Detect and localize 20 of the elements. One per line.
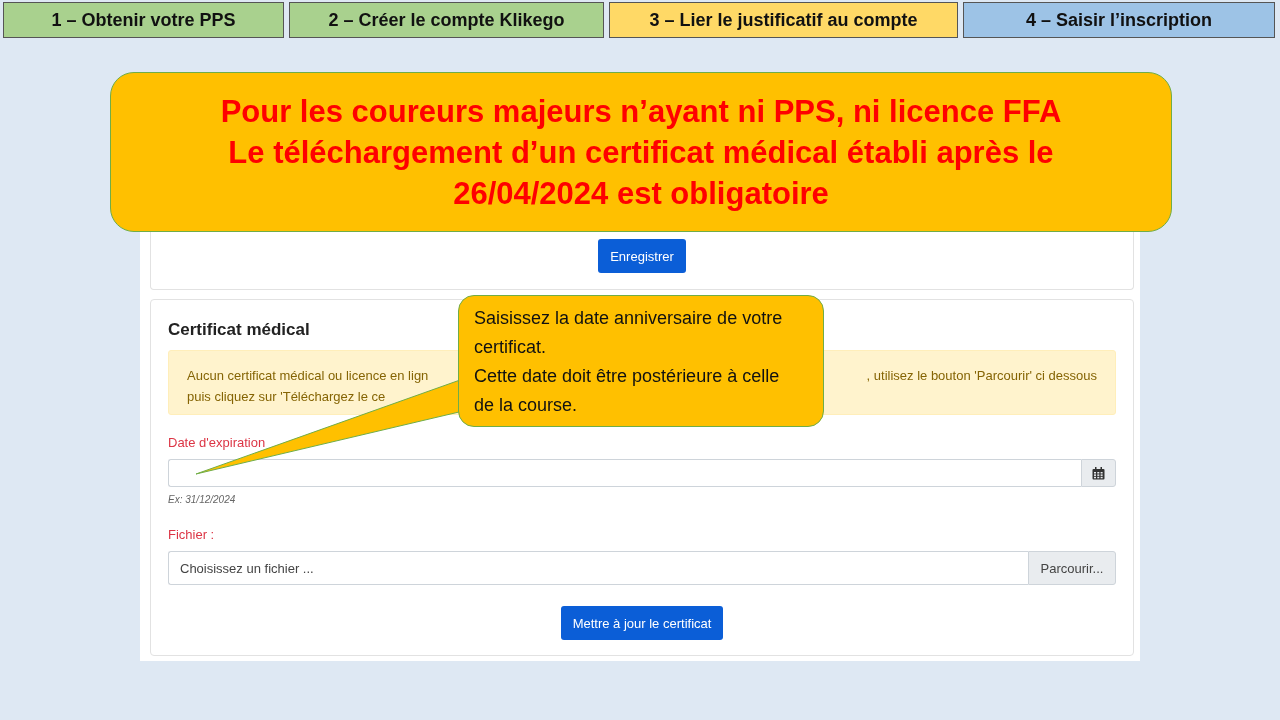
field-label: Date d'expiration: [168, 435, 267, 451]
alert-text: Aucun certificat médical ou licence en lign: [187, 367, 429, 385]
step-label: 4 – Saisir l’inscription: [963, 2, 1275, 38]
callout: Saisissez la date anniversaire de votre certificat. Cette date doit être postérieure à celle de la course.: [458, 295, 824, 427]
update-button[interactable]: Mettre à jour le certificat: [560, 606, 724, 640]
alert-text: , utilisez le bouton 'Parcourir' ci dessous: [866, 367, 1097, 385]
field-hint: Ex: 31/12/2024: [168, 494, 237, 505]
warning-banner: Pour les coureurs majeurs n’ayant ni PPS, ni licence FFA Le téléchargement d’un certificat médical établi après le 26/04/2024 est obligatoire: [110, 72, 1172, 232]
calendar-icon: [1092, 466, 1105, 480]
date-field[interactable]: [168, 459, 1081, 487]
calendar-button[interactable]: [1081, 459, 1116, 487]
browse-button[interactable]: Parcourir...: [1028, 551, 1116, 585]
field-label: Fichier :: [168, 527, 216, 543]
step-label: 3 – Lier le justificatif au compte: [609, 2, 958, 38]
alert-text: puis cliquez sur 'Téléchargez le ce: [187, 388, 386, 406]
step-label: 2 – Créer le compte Klikego: [289, 2, 604, 38]
save-button[interactable]: Enregistrer: [598, 239, 686, 273]
step-label: 1 – Obtenir votre PPS: [3, 2, 284, 38]
section-title: Certificat médical: [168, 320, 311, 340]
file-field[interactable]: Choisissez un fichier ...: [168, 551, 1028, 585]
